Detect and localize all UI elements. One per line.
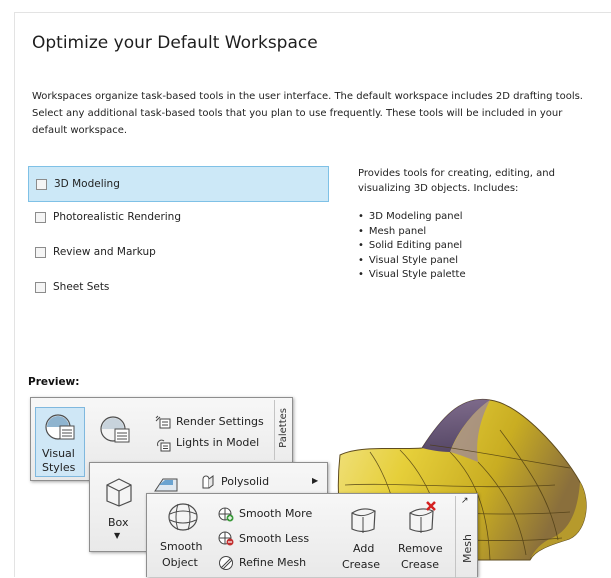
palettes-tab[interactable]: Palettes bbox=[274, 400, 293, 460]
option-review-and-markup[interactable]: Review and Markup bbox=[28, 234, 329, 270]
description-text: Provides tools for creating, editing, an… bbox=[358, 168, 555, 194]
mesh-panel: Smooth Object Smooth More Smooth Less Re… bbox=[146, 493, 478, 578]
smooth-less-label[interactable]: Smooth Less bbox=[239, 532, 309, 546]
description-item: Visual Style panel bbox=[358, 254, 598, 269]
render-settings-label[interactable]: Render Settings bbox=[176, 415, 264, 429]
visual-styles-button[interactable]: Visual Styles bbox=[35, 407, 85, 477]
polysolid-icon bbox=[202, 475, 214, 489]
box-dropdown-icon[interactable]: ▼ bbox=[114, 529, 120, 543]
refine-mesh-icon bbox=[219, 556, 233, 570]
extrude-icon[interactable] bbox=[153, 477, 178, 493]
description-item: Visual Style palette bbox=[358, 268, 598, 283]
option-label: 3D Modeling bbox=[54, 178, 120, 190]
lights-in-model-label[interactable]: Lights in Model bbox=[176, 436, 259, 450]
palettes-tab-label: Palettes bbox=[278, 408, 289, 448]
smooth-less-icon bbox=[218, 531, 234, 546]
box-label[interactable]: Box bbox=[108, 516, 128, 530]
box-icon[interactable] bbox=[103, 475, 135, 507]
smooth-object-icon[interactable] bbox=[166, 502, 200, 532]
mesh-tab-label: Mesh bbox=[461, 534, 474, 563]
remove-crease-icon[interactable] bbox=[405, 500, 439, 534]
render-settings-icon bbox=[155, 415, 171, 429]
option-3d-modeling[interactable]: 3D Modeling bbox=[28, 166, 329, 202]
polysolid-label[interactable]: Polysolid bbox=[221, 475, 269, 489]
description-list: 3D Modeling panel Mesh panel Solid Editi… bbox=[358, 210, 598, 283]
mesh-tab[interactable]: ↗ Mesh bbox=[455, 496, 478, 578]
checkbox-3d-modeling[interactable] bbox=[36, 178, 47, 190]
description-item: Solid Editing panel bbox=[358, 239, 598, 254]
add-crease-label-1[interactable]: Add bbox=[353, 542, 374, 556]
description-item: 3D Modeling panel bbox=[358, 210, 598, 225]
visual-styles-icon bbox=[45, 414, 75, 440]
smooth-more-icon bbox=[218, 507, 234, 522]
visual-styles-label-2: Styles bbox=[42, 461, 76, 474]
checkbox-photorealistic-rendering[interactable] bbox=[35, 211, 46, 223]
option-description: Provides tools for creating, editing, an… bbox=[358, 166, 598, 283]
description-item: Mesh panel bbox=[358, 225, 598, 240]
add-crease-label-2[interactable]: Crease bbox=[342, 558, 380, 572]
option-label: Review and Markup bbox=[53, 246, 156, 258]
option-label: Sheet Sets bbox=[53, 281, 110, 293]
materials-browser-icon[interactable] bbox=[98, 415, 132, 445]
smooth-object-label-2[interactable]: Object bbox=[162, 556, 198, 570]
remove-crease-label-2[interactable]: Crease bbox=[401, 558, 439, 572]
panel-expand-icon[interactable]: ↗ bbox=[461, 494, 469, 508]
refine-mesh-label[interactable]: Refine Mesh bbox=[239, 556, 306, 570]
preview-label: Preview: bbox=[28, 376, 80, 388]
checkbox-review-and-markup[interactable] bbox=[35, 246, 46, 258]
add-crease-icon[interactable] bbox=[347, 503, 379, 535]
smooth-more-label[interactable]: Smooth More bbox=[239, 507, 312, 521]
lights-in-model-icon bbox=[157, 439, 171, 452]
option-photorealistic-rendering[interactable]: Photorealistic Rendering bbox=[28, 199, 329, 235]
smooth-object-label-1[interactable]: Smooth bbox=[160, 540, 202, 554]
flyout-arrow-icon[interactable]: ▶ bbox=[312, 474, 318, 488]
option-sheet-sets[interactable]: Sheet Sets bbox=[28, 269, 329, 305]
page-title: Optimize your Default Workspace bbox=[32, 33, 318, 53]
option-label: Photorealistic Rendering bbox=[53, 211, 181, 223]
intro-text: Workspaces organize task-based tools in … bbox=[32, 91, 583, 136]
checkbox-sheet-sets[interactable] bbox=[35, 281, 46, 293]
remove-crease-label-1[interactable]: Remove bbox=[398, 542, 443, 556]
visual-styles-label-1: Visual bbox=[42, 447, 75, 460]
